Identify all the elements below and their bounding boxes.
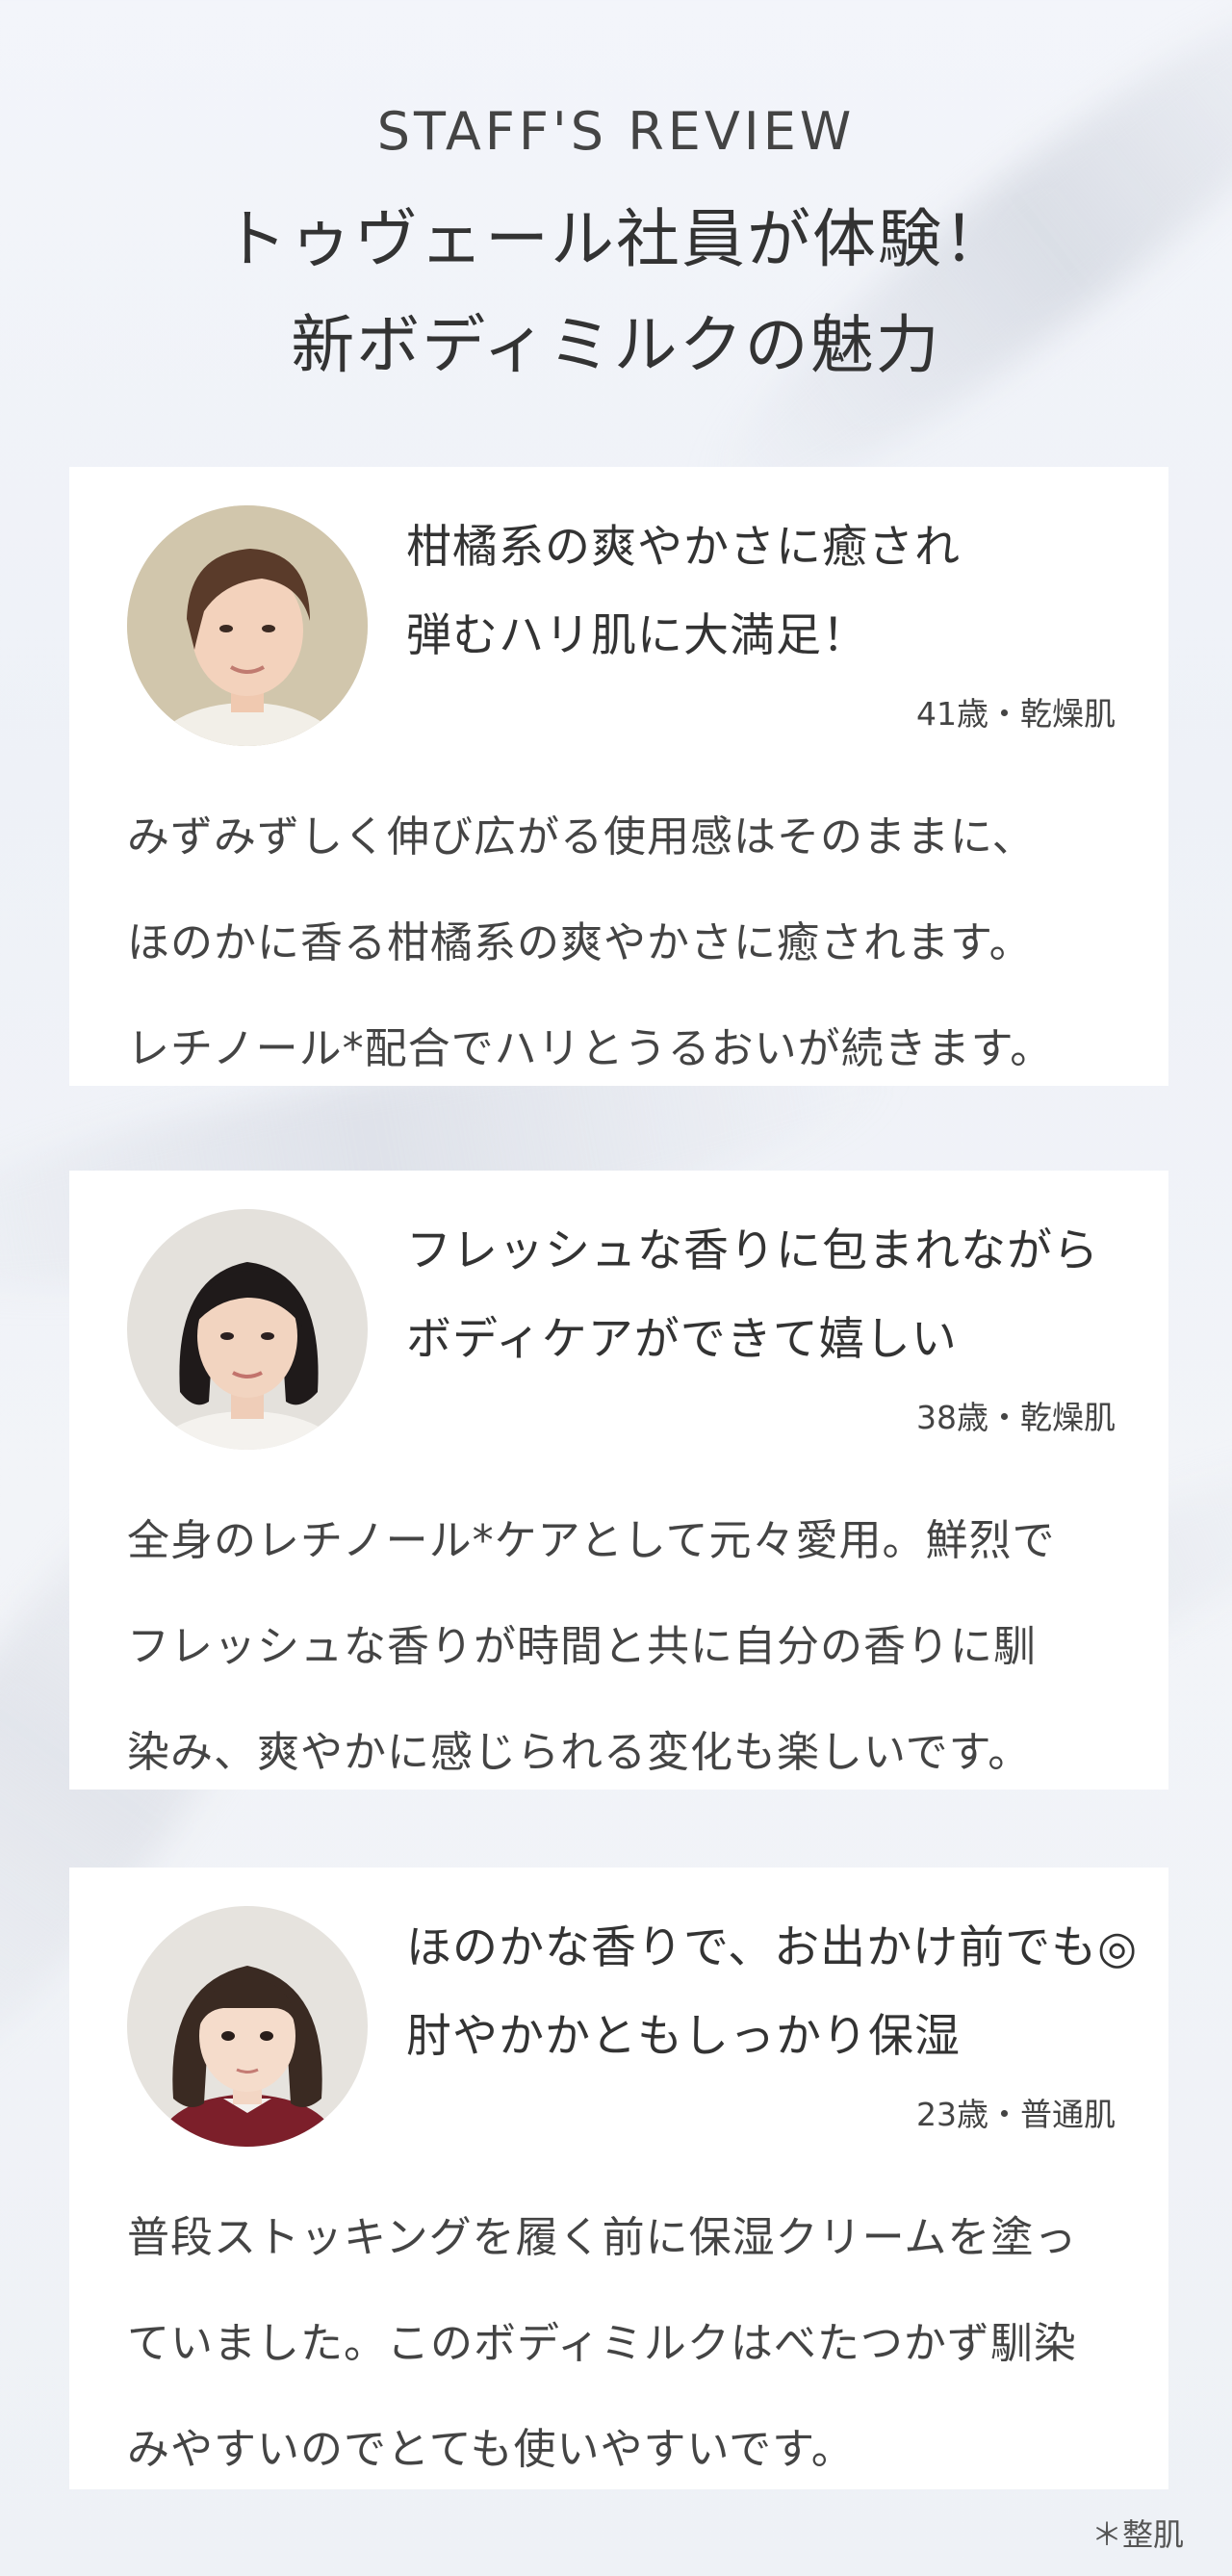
- review-body-line: みやすいのでとても使いやすいです。: [127, 2425, 855, 2474]
- reviewer-meta: 23歳・普通肌: [916, 2096, 1116, 2133]
- review-headline-line: 肘やかかともしっかり保湿: [406, 2010, 961, 2063]
- review-headline: ほのかな香りで、お出かけ前でも◎ 肘やかかともしっかり保湿: [406, 1904, 1139, 2081]
- review-headline-line: フレッシュな香りに包まれながら: [406, 1224, 1099, 1277]
- reviewer-photo: [127, 1209, 368, 1450]
- section-title-line: 新ボディミルクの魅力: [291, 308, 941, 382]
- review-card: フレッシュな香りに包まれながら ボディケアができて嬉しい 38歳・乾燥肌 全身の…: [69, 1171, 1168, 1790]
- reviewer-avatar: [127, 1906, 368, 2147]
- review-headline-line: 弾むハリ肌に大満足！: [406, 609, 868, 662]
- review-body: 全身のレチノール*ケアとして元々愛用。鮮烈で フレッシュな香りが時間と共に自分の…: [127, 1488, 1130, 1806]
- review-card: 柑橘系の爽やかさに癒され 弾むハリ肌に大満足！ 41歳・乾燥肌 みずみずしく伸び…: [69, 467, 1168, 1086]
- review-headline-line: ほのかな香りで、お出かけ前でも◎: [406, 1921, 1139, 1974]
- review-body-line: レチノール*配合でハリとうるおいが続きます。: [127, 1024, 1054, 1073]
- review-headline: フレッシュな香りに包まれながら ボディケアができて嬉しい: [406, 1207, 1130, 1384]
- reviewer-meta: 41歳・乾燥肌: [916, 695, 1116, 733]
- section-title: トゥヴェール社員が体験！ 新ボディミルクの魅力: [0, 187, 1232, 399]
- section-eyebrow: STAFF'S REVIEW: [376, 101, 856, 162]
- reviewer-avatar: [127, 505, 368, 746]
- reviewer-photo: [127, 1906, 368, 2147]
- review-body-line: 普段ストッキングを履く前に保湿クリームを塗っ: [127, 2213, 1078, 2262]
- review-body-line: 全身のレチノール*ケアとして元々愛用。鮮烈で: [127, 1516, 1056, 1565]
- review-body-line: 染み、爽やかに感じられる変化も楽しいです。: [127, 1728, 1032, 1777]
- footnote: ＊整肌: [1091, 2516, 1184, 2553]
- review-headline-line: 柑橘系の爽やかさに癒され: [406, 521, 961, 574]
- review-headline-line: ボディケアができて嬉しい: [406, 1313, 958, 1366]
- review-headline: 柑橘系の爽やかさに癒され 弾むハリ肌に大満足！: [406, 503, 1130, 681]
- section-title-line: トゥヴェール社員が体験！: [223, 202, 1009, 276]
- reviewer-photo: [127, 505, 368, 746]
- review-card: ほのかな香りで、お出かけ前でも◎ 肘やかかともしっかり保湿 23歳・普通肌 普段…: [69, 1868, 1168, 2489]
- review-body: みずみずしく伸び広がる使用感はそのままに、 ほのかに香る柑橘系の爽やかさに癒され…: [127, 785, 1130, 1102]
- review-body-line: ほのかに香る柑橘系の爽やかさに癒されます。: [127, 918, 1033, 967]
- review-body-line: みずみずしく伸び広がる使用感はそのままに、: [127, 812, 1036, 862]
- reviewer-meta: 38歳・乾燥肌: [916, 1399, 1116, 1436]
- review-body-line: ていました。このボディミルクはべたつかず馴染: [127, 2319, 1077, 2368]
- section-header: STAFF'S REVIEW トゥヴェール社員が体験！ 新ボディミルクの魅力: [0, 106, 1232, 399]
- review-body-line: フレッシュな香りが時間と共に自分の香りに馴: [127, 1622, 1037, 1671]
- reviewer-avatar: [127, 1209, 368, 1450]
- review-body: 普段ストッキングを履く前に保湿クリームを塗っ ていました。このボディミルクはべた…: [127, 2185, 1130, 2503]
